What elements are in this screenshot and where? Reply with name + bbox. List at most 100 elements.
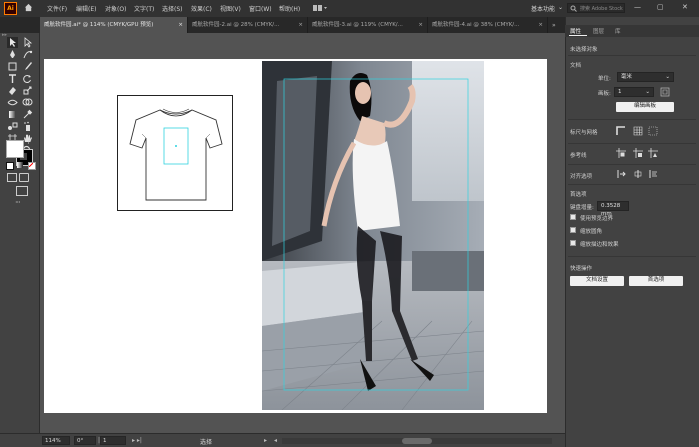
selection-tool-icon[interactable] xyxy=(7,37,18,48)
scale-tool-icon[interactable] xyxy=(22,85,33,96)
menu-object[interactable]: 对象(O) xyxy=(105,4,126,13)
menu-select[interactable]: 选择(S) xyxy=(162,4,183,13)
direct-selection-tool-icon[interactable] xyxy=(22,37,33,48)
tshirt-artwork[interactable] xyxy=(117,95,233,211)
fill-swatch[interactable] xyxy=(6,140,24,158)
draw-mode-icon[interactable] xyxy=(7,173,17,182)
use-preview-bounds-checkbox[interactable] xyxy=(570,214,576,220)
paintbrush-tool-icon[interactable] xyxy=(22,61,33,72)
shape-builder-tool-icon[interactable] xyxy=(22,97,33,108)
search-icon xyxy=(570,5,577,12)
swap-fill-stroke-icon[interactable]: ↱ xyxy=(27,139,32,146)
horizontal-scrollbar[interactable] xyxy=(282,438,552,444)
maximize-button[interactable]: ▢ xyxy=(657,3,664,11)
menu-help[interactable]: 帮助(H) xyxy=(279,4,300,13)
menu-type[interactable]: 文字(T) xyxy=(134,4,154,13)
arrange-documents-icon[interactable] xyxy=(313,5,327,11)
no-selection-label: 未选择对象 xyxy=(570,47,598,53)
curvature-tool-icon[interactable] xyxy=(22,49,33,60)
symbol-sprayer-tool-icon[interactable] xyxy=(22,121,33,132)
panel-divider xyxy=(568,164,696,165)
tab-libraries[interactable]: 库 xyxy=(615,27,621,35)
app-logo[interactable]: Ai xyxy=(4,2,17,15)
pixel-grid-icon[interactable] xyxy=(648,126,658,136)
scrollbar-thumb[interactable] xyxy=(402,438,432,444)
close-window-button[interactable]: ✕ xyxy=(682,3,688,11)
zoom-level-field[interactable]: 114% xyxy=(42,436,70,445)
color-mode-icon[interactable] xyxy=(6,162,14,170)
close-tab-icon[interactable]: × xyxy=(298,17,303,33)
scale-strokes-label: 缩放描边和效果 xyxy=(580,242,619,248)
width-tool-icon[interactable] xyxy=(7,97,18,108)
artboard-number-field[interactable]: 1 xyxy=(100,436,126,445)
keyboard-increment-input[interactable]: 0.3528 mm xyxy=(597,201,629,217)
draw-inside-icon[interactable] xyxy=(19,173,29,182)
smart-guides-icon[interactable] xyxy=(648,148,658,158)
tools-panel: ▸▸ ↱ ··· xyxy=(0,33,40,433)
panel-divider xyxy=(568,143,696,144)
scroll-left-arrow[interactable]: ◂ xyxy=(274,437,277,444)
chevron-down-icon[interactable]: ⌄ xyxy=(558,4,563,11)
type-tool-icon[interactable] xyxy=(7,73,18,84)
menu-window[interactable]: 窗口(W) xyxy=(249,4,272,13)
workspace-switcher[interactable]: 基本功能 xyxy=(531,4,555,13)
tab-label: 威航软件园.ai* @ 114% (CMYK/GPU 预览) xyxy=(44,22,154,28)
snap-to-point-icon[interactable] xyxy=(616,169,626,179)
status-menu-arrow[interactable]: ▸ xyxy=(264,437,267,444)
menu-effect[interactable]: 效果(C) xyxy=(191,4,212,13)
preferences-label: 首选项 xyxy=(570,192,587,198)
document-setup-button[interactable]: 文档设置 xyxy=(570,276,624,286)
tab-document-3[interactable]: 威航软件园-3.ai @ 119% (CMYK/... × xyxy=(308,17,428,33)
snap-to-pixel-icon[interactable] xyxy=(633,169,643,179)
tab-label: 威航软件园-4.ai @ 38% (CMYK/... xyxy=(432,22,520,28)
chevron-down-icon: ⌄ xyxy=(645,89,650,95)
tab-document-4[interactable]: 威航软件园-4.ai @ 38% (CMYK/... × xyxy=(428,17,548,33)
home-icon[interactable] xyxy=(24,3,33,12)
rotation-field[interactable]: 0° xyxy=(74,436,96,445)
blend-tool-icon[interactable] xyxy=(7,121,18,132)
menu-file[interactable]: 文件(F) xyxy=(47,4,67,13)
tab-properties[interactable]: 属性 xyxy=(570,27,581,35)
eyedropper-tool-icon[interactable] xyxy=(22,109,33,120)
close-tab-icon[interactable]: × xyxy=(418,17,423,33)
minimize-button[interactable]: — xyxy=(634,3,641,11)
close-tab-icon[interactable]: × xyxy=(538,17,543,33)
panel-divider xyxy=(568,256,696,257)
gradient-tool-icon[interactable] xyxy=(7,109,18,120)
scale-strokes-checkbox[interactable] xyxy=(570,240,576,246)
eraser-tool-icon[interactable] xyxy=(7,85,18,96)
edit-artboards-button[interactable]: 编辑画板 xyxy=(616,102,674,112)
tab-layers[interactable]: 图层 xyxy=(593,27,604,35)
pen-tool-icon[interactable] xyxy=(7,49,18,60)
ruler-icon[interactable] xyxy=(616,126,626,136)
artboard-select[interactable]: 1 ⌄ xyxy=(614,87,654,97)
lock-guides-icon[interactable] xyxy=(633,148,643,158)
snap-to-glyph-icon[interactable] xyxy=(648,169,658,179)
more-tabs-icon[interactable]: » xyxy=(552,22,556,29)
panel-divider xyxy=(568,55,696,56)
stock-search-input[interactable]: 搜索 Adobe Stock xyxy=(567,3,625,13)
guides-icon[interactable] xyxy=(616,148,626,158)
none-mode-icon[interactable] xyxy=(28,162,36,170)
rotate-tool-icon[interactable] xyxy=(22,73,33,84)
rectangle-tool-icon[interactable] xyxy=(7,61,18,72)
artboard-nav-next[interactable]: ▸ ▸| xyxy=(132,437,142,444)
units-select[interactable]: 毫米 ⌄ xyxy=(617,72,674,82)
preferences-button[interactable]: 首选项 xyxy=(629,276,683,286)
status-bar: 114% 0° |◂ ◂ 1 ▸ ▸| 选择 ▸ ◂ xyxy=(0,433,565,447)
close-tab-icon[interactable]: × xyxy=(178,17,183,33)
chevron-down-icon: ⌄ xyxy=(665,74,670,80)
change-screen-mode-icon[interactable] xyxy=(16,186,28,196)
menu-edit[interactable]: 编辑(E) xyxy=(76,4,96,13)
tab-document-1[interactable]: 威航软件园.ai* @ 114% (CMYK/GPU 预览) × xyxy=(40,17,188,33)
tab-document-2[interactable]: 威航软件园-2.ai @ 28% (CMYK/... × xyxy=(188,17,308,33)
gradient-mode-icon[interactable] xyxy=(17,162,23,168)
grid-icon[interactable] xyxy=(633,126,643,136)
edit-toolbar-icon[interactable]: ··· xyxy=(15,198,21,207)
placed-photo[interactable] xyxy=(262,61,484,410)
menu-view[interactable]: 视图(V) xyxy=(220,4,241,13)
scale-corners-checkbox[interactable] xyxy=(570,227,576,233)
scale-corners-label: 缩放圆角 xyxy=(580,229,603,235)
tab-label: 威航软件园-3.ai @ 119% (CMYK/... xyxy=(312,22,403,28)
fit-artboard-icon[interactable] xyxy=(660,87,670,97)
